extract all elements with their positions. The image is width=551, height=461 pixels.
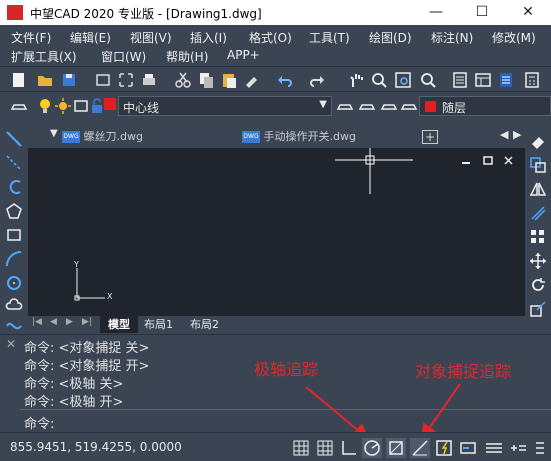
coordinates-readout: 855.9451, 519.4255, 0.0000 (10, 440, 182, 454)
status-menu-icon[interactable] (530, 438, 550, 458)
dynamic-ucs-icon[interactable] (434, 438, 454, 458)
lineweight-icon[interactable] (484, 438, 504, 458)
annotation-arrows (305, 383, 461, 441)
dynamic-input-icon[interactable] (458, 438, 478, 458)
grid-snap-icon[interactable] (291, 438, 311, 458)
status-bar: 855.9451, 519.4255, 0.0000 (0, 432, 551, 461)
grid-display-icon[interactable] (315, 438, 335, 458)
ortho-icon[interactable] (339, 438, 359, 458)
polar-tracking-icon[interactable] (362, 438, 382, 458)
object-snap-icon[interactable] (386, 438, 406, 458)
object-snap-tracking-icon[interactable] (410, 438, 430, 458)
annotation-scale-icon[interactable] (508, 438, 528, 458)
